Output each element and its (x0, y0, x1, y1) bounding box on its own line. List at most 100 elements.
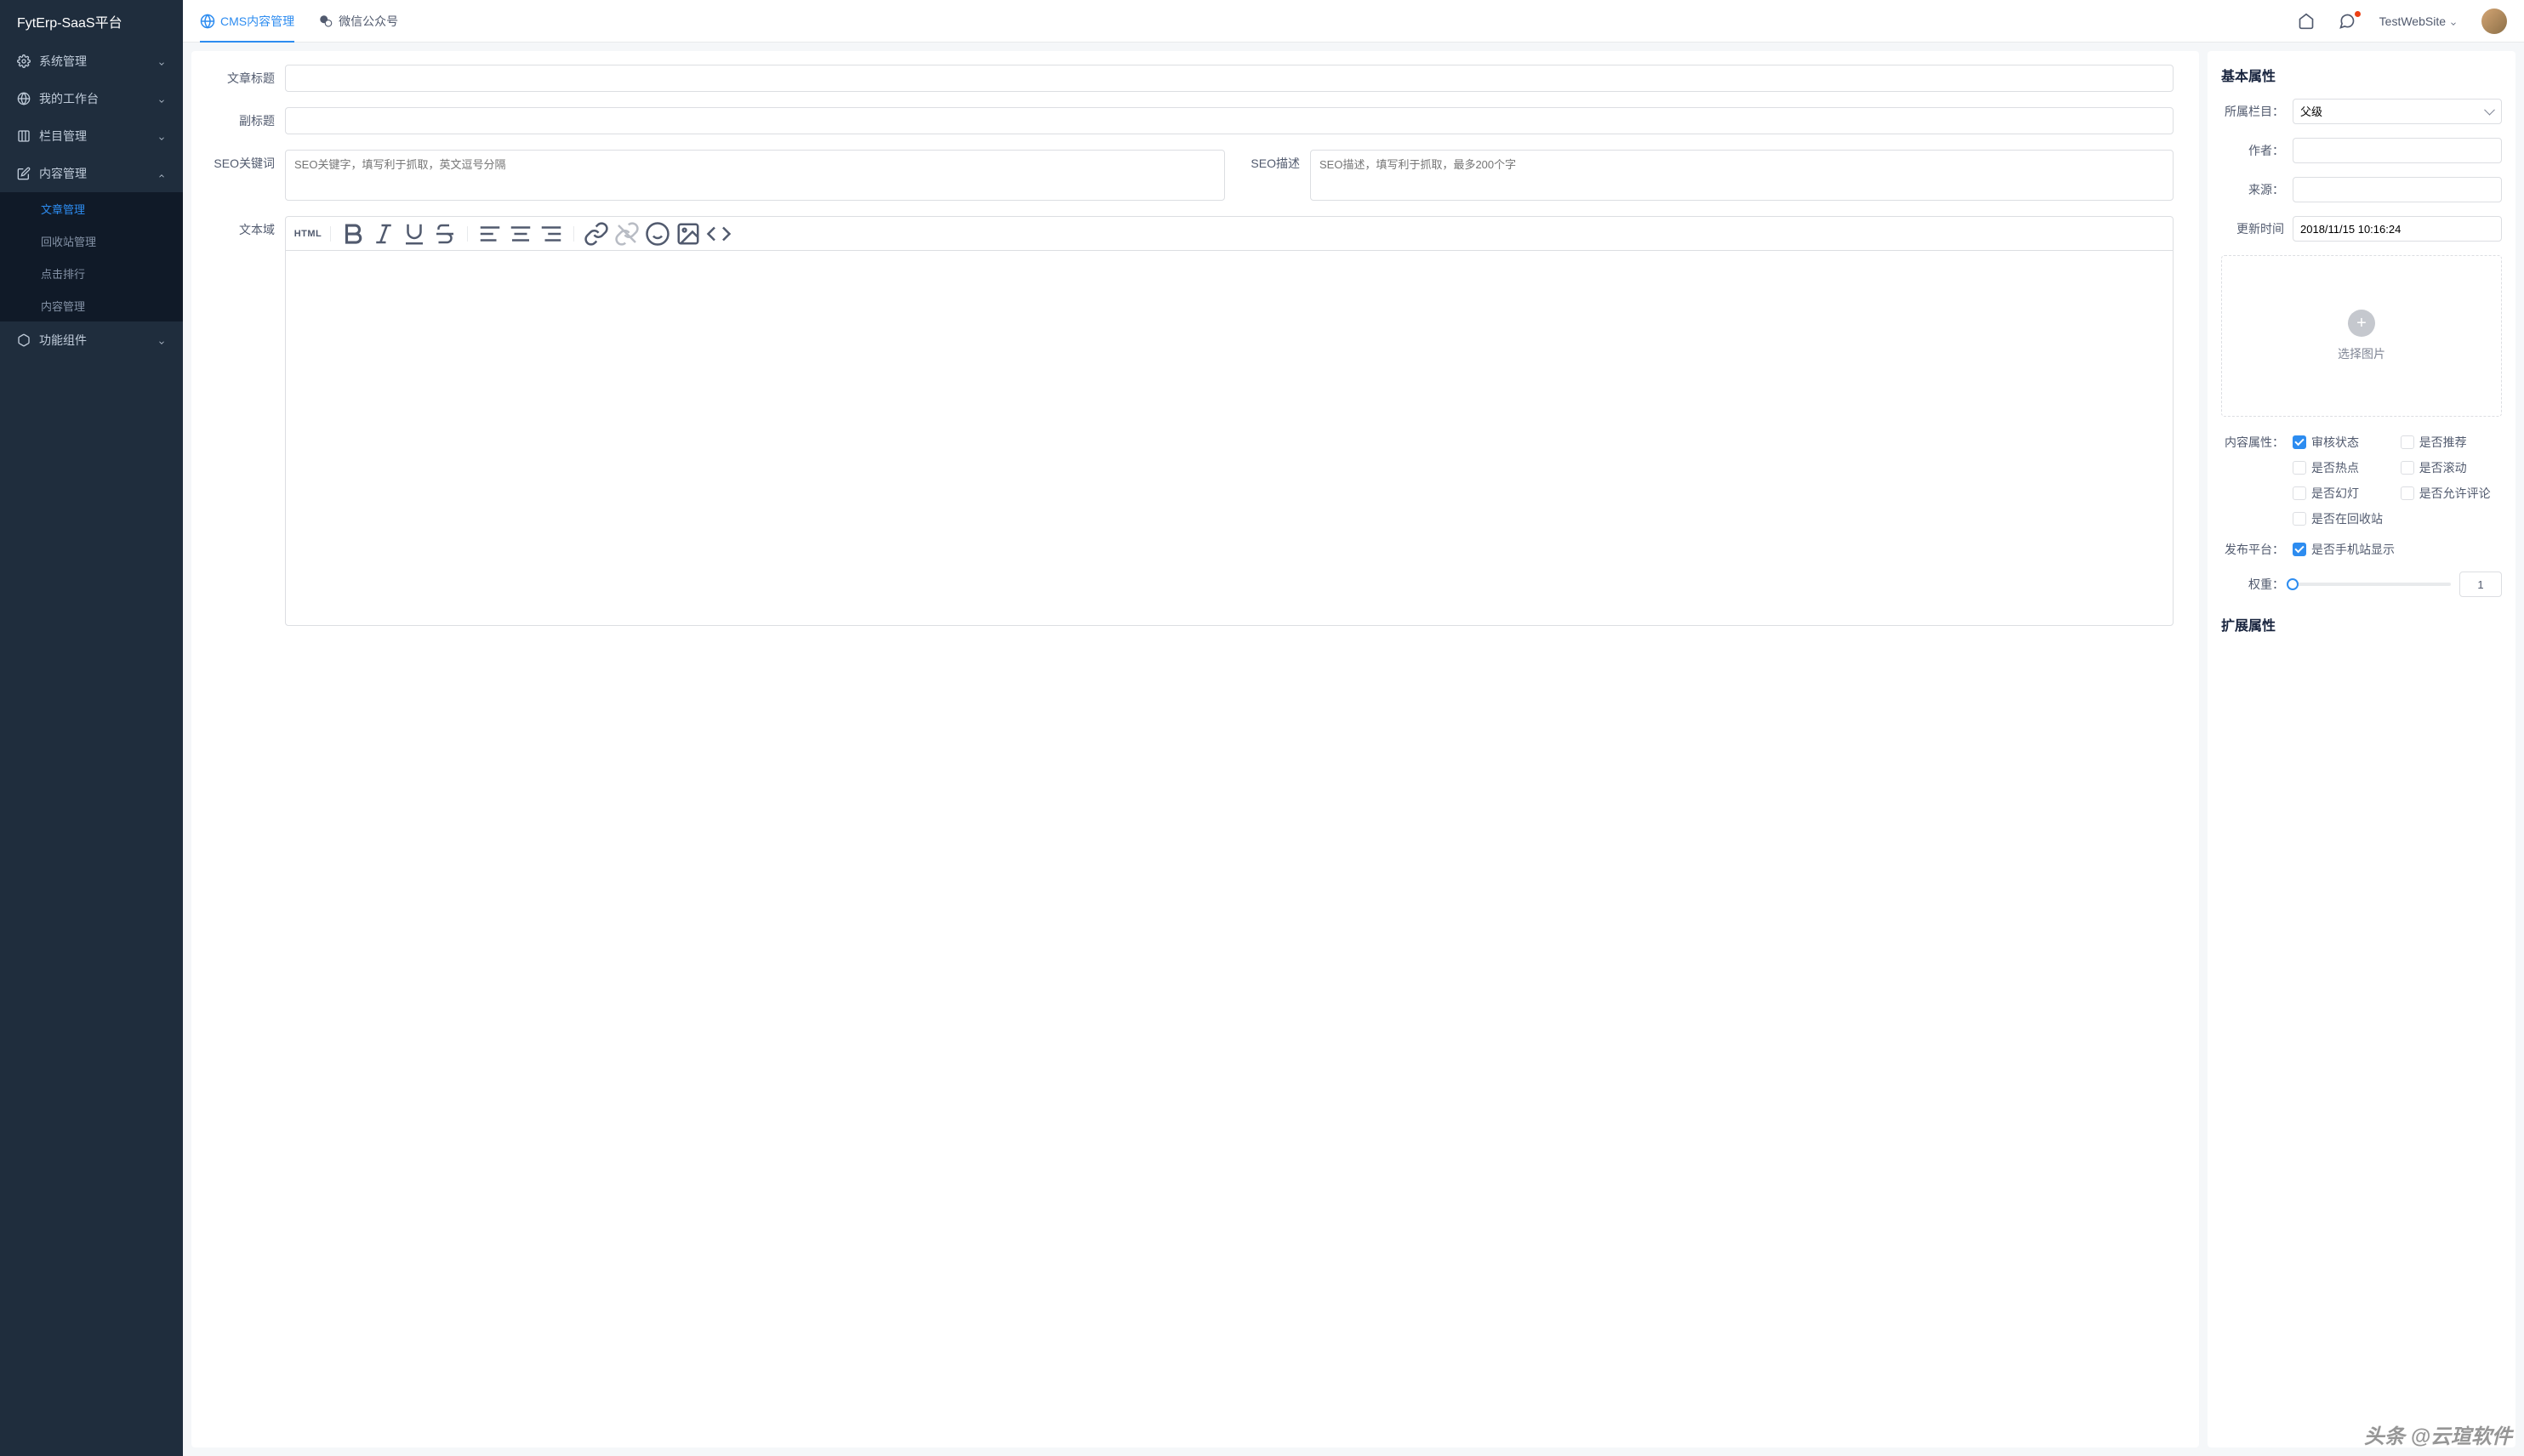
sidebar-item-label: 功能组件 (39, 332, 157, 349)
check-label: 是否推荐 (2419, 434, 2467, 451)
editor-align-right-button[interactable] (538, 221, 565, 247)
site-name-label: TestWebSite (2379, 14, 2446, 28)
tab-cms[interactable]: CMS内容管理 (200, 0, 294, 42)
checkbox-icon (2293, 435, 2306, 449)
chevron-up-icon (157, 169, 166, 178)
editor-strike-button[interactable] (431, 221, 459, 247)
sidebar-menu: 系统管理 我的工作台 栏目管理 内容管理 文章管理 回收站管理 点 (0, 43, 183, 1456)
wechat-icon (318, 14, 333, 29)
platform-label: 发布平台： (2221, 541, 2293, 558)
globe-icon (200, 14, 215, 29)
editor-align-left-button[interactable] (476, 221, 504, 247)
seo-keywords-input[interactable] (285, 150, 1225, 201)
cube-icon (17, 333, 31, 347)
checkbox-icon (2293, 486, 2306, 500)
main: CMS内容管理 微信公众号 TestWebSite (183, 0, 2524, 1456)
sidebar-subitem-clicks[interactable]: 点击排行 (0, 257, 183, 289)
ext-props-title: 扩展属性 (2221, 614, 2502, 634)
plus-icon: + (2348, 310, 2375, 337)
check-hot[interactable]: 是否热点 (2293, 459, 2387, 476)
seo-desc-input[interactable] (1310, 150, 2174, 201)
content-wrap: 文章标题 副标题 SEO关键词 SEO描述 (183, 43, 2524, 1456)
sidebar-item-label: 内容管理 (39, 165, 157, 182)
sidebar-submenu-content: 文章管理 回收站管理 点击排行 内容管理 (0, 192, 183, 321)
body-label: 文本域 (191, 216, 285, 243)
sidebar-item-label: 系统管理 (39, 53, 157, 70)
notification-dot-icon (2355, 11, 2361, 17)
chevron-down-icon (157, 57, 166, 65)
editor-unlink-button[interactable] (613, 221, 641, 247)
user-avatar[interactable] (2481, 9, 2507, 34)
sidebar-item-columns[interactable]: 栏目管理 (0, 117, 183, 155)
content-attr-checks: 审核状态 是否推荐 是否热点 是否滚动 是否幻灯 是否允许评论 是否在回收站 (2293, 434, 2502, 527)
sidebar-item-content[interactable]: 内容管理 (0, 155, 183, 192)
check-audit[interactable]: 审核状态 (2293, 434, 2387, 451)
check-label: 是否在回收站 (2311, 510, 2383, 527)
checkbox-icon (2401, 461, 2414, 475)
tab-bar: CMS内容管理 微信公众号 (200, 0, 398, 42)
editor-emoji-button[interactable] (644, 221, 671, 247)
checkbox-icon (2401, 435, 2414, 449)
check-recommend[interactable]: 是否推荐 (2401, 434, 2495, 451)
author-input[interactable] (2293, 138, 2502, 163)
gear-icon (17, 54, 31, 68)
subtitle-input[interactable] (285, 107, 2174, 134)
site-selector[interactable]: TestWebSite (2379, 14, 2458, 28)
checkbox-icon (2293, 461, 2306, 475)
editor-italic-button[interactable] (370, 221, 397, 247)
sidebar-item-components[interactable]: 功能组件 (0, 321, 183, 359)
sidebar-item-workspace[interactable]: 我的工作台 (0, 80, 183, 117)
chevron-down-icon (2449, 17, 2458, 26)
editor-html-button[interactable]: HTML (294, 221, 322, 247)
basic-props-title: 基本属性 (2221, 65, 2502, 85)
title-input[interactable] (285, 65, 2174, 92)
weight-slider[interactable] (2293, 583, 2451, 586)
toolbar-divider (573, 226, 574, 242)
check-recycle[interactable]: 是否在回收站 (2293, 510, 2387, 527)
message-button[interactable] (2339, 13, 2356, 30)
column-select[interactable]: 父级 (2293, 99, 2502, 124)
sidebar-subitem-content[interactable]: 内容管理 (0, 289, 183, 321)
sidebar-item-label: 栏目管理 (39, 128, 157, 145)
check-mobile[interactable]: 是否手机站显示 (2293, 541, 2502, 558)
chevron-down-icon (157, 336, 166, 344)
rich-text-editor: HTML (285, 216, 2174, 626)
topbar: CMS内容管理 微信公众号 TestWebSite (183, 0, 2524, 43)
tab-wechat[interactable]: 微信公众号 (318, 0, 398, 42)
editor-bold-button[interactable] (339, 221, 367, 247)
editor-code-button[interactable] (705, 221, 732, 247)
sidebar: FytErp-SaaS平台 系统管理 我的工作台 栏目管理 内容管理 (0, 0, 183, 1456)
editor-underline-button[interactable] (401, 221, 428, 247)
home-button[interactable] (2298, 13, 2315, 30)
editor-image-button[interactable] (675, 221, 702, 247)
check-label: 是否幻灯 (2311, 485, 2359, 502)
columns-icon (17, 129, 31, 143)
check-comment[interactable]: 是否允许评论 (2401, 485, 2495, 502)
sidebar-item-label: 我的工作台 (39, 90, 157, 107)
toolbar-divider (467, 226, 468, 242)
check-slide[interactable]: 是否幻灯 (2293, 485, 2387, 502)
seo-desc-label: SEO描述 (1234, 150, 1310, 201)
update-time-input[interactable] (2293, 216, 2502, 242)
chevron-down-icon (157, 94, 166, 103)
sidebar-subitem-recycle[interactable]: 回收站管理 (0, 225, 183, 257)
sidebar-item-system[interactable]: 系统管理 (0, 43, 183, 80)
sidebar-subitem-articles[interactable]: 文章管理 (0, 192, 183, 225)
check-label: 审核状态 (2311, 434, 2359, 451)
seo-keywords-label: SEO关键词 (191, 150, 285, 177)
weight-value[interactable]: 1 (2459, 572, 2502, 597)
editor-body[interactable] (286, 251, 2173, 625)
article-form: 文章标题 副标题 SEO关键词 SEO描述 (191, 51, 2199, 1447)
check-label: 是否手机站显示 (2311, 541, 2395, 558)
editor-link-button[interactable] (583, 221, 610, 247)
toolbar-divider (330, 226, 331, 242)
image-upload[interactable]: + 选择图片 (2221, 255, 2502, 417)
check-scroll[interactable]: 是否滚动 (2401, 459, 2495, 476)
checkbox-icon (2401, 486, 2414, 500)
editor-align-center-button[interactable] (507, 221, 534, 247)
tab-label: 微信公众号 (339, 13, 398, 30)
slider-handle-icon (2287, 578, 2299, 590)
checkbox-icon (2293, 512, 2306, 526)
source-input[interactable] (2293, 177, 2502, 202)
subtitle-label: 副标题 (191, 107, 285, 134)
